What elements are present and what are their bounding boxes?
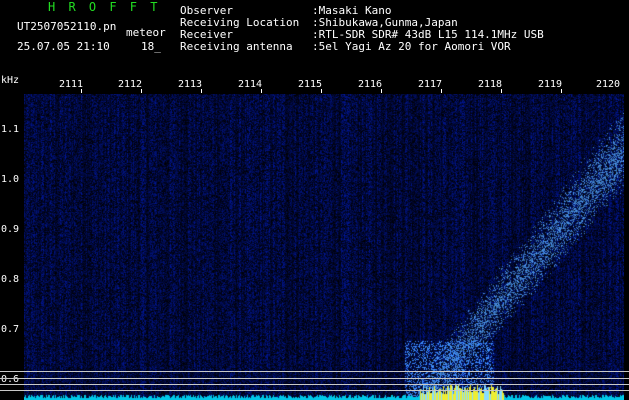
time-marker-label: 2114 xyxy=(238,79,263,90)
y-tick-label: 0.8 xyxy=(1,274,20,285)
time-marker-tick xyxy=(381,89,382,93)
y-tick-label: 0.7 xyxy=(1,324,20,335)
hrofft-meteor-display: H R O F F T UT2507052110.pn meteor 25.07… xyxy=(0,0,629,400)
event-count-label: 18_ xyxy=(141,40,161,53)
time-marker-tick xyxy=(441,89,442,93)
time-marker-tick xyxy=(561,89,562,93)
spectrogram-canvas xyxy=(24,94,624,400)
y-tick-label: 0.6 xyxy=(1,374,20,385)
time-marker-label: 2113 xyxy=(178,79,203,90)
time-marker-label: 2117 xyxy=(418,79,443,90)
antenna-label: Receiving antenna xyxy=(180,40,293,53)
time-marker-label: 2118 xyxy=(478,79,503,90)
time-marker-label: 2119 xyxy=(538,79,563,90)
filename-label: UT2507052110.pn xyxy=(17,20,117,33)
time-marker-tick xyxy=(501,89,502,93)
y-tick-label: 0.9 xyxy=(1,224,20,235)
time-marker-tick xyxy=(81,89,82,93)
time-marker-tick xyxy=(261,89,262,93)
y-tick-label: 1.1 xyxy=(1,124,20,135)
brand-title: H R O F F T xyxy=(48,0,161,14)
timestamp-label: 25.07.05 21:10 xyxy=(17,40,110,53)
time-marker-tick xyxy=(321,89,322,93)
mode-label: meteor xyxy=(126,26,166,39)
time-marker-label: 2115 xyxy=(298,79,323,90)
time-marker-label: 2112 xyxy=(118,79,143,90)
time-marker-label: 2111 xyxy=(59,79,84,90)
y-tick-label: 1.0 xyxy=(1,174,20,185)
time-marker-label: 2120 xyxy=(596,79,621,90)
antenna-value: :5el Yagi Az 20 for Aomori VOR xyxy=(312,40,511,53)
time-marker-label: 2116 xyxy=(358,79,383,90)
frequency-unit-label: kHz xyxy=(1,75,20,86)
time-marker-tick xyxy=(201,89,202,93)
time-marker-tick xyxy=(141,89,142,93)
spectrogram-area xyxy=(24,94,624,400)
